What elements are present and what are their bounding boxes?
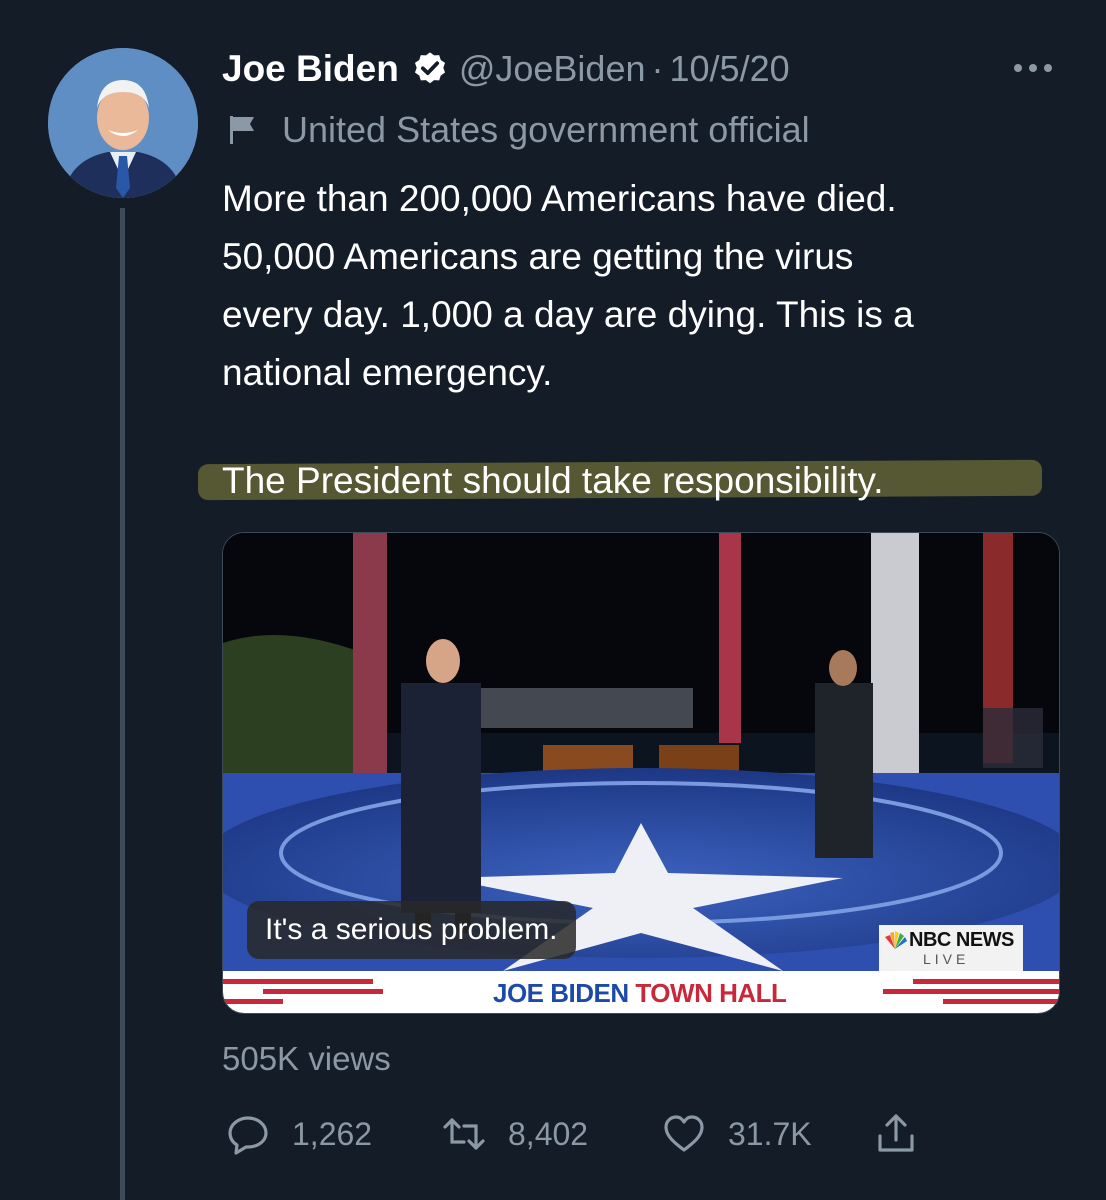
network-logo: NBC NEWS LIVE — [879, 925, 1023, 971]
video-thumbnail[interactable]: It's a serious problem. JOE BIDEN TOWN H… — [222, 532, 1060, 1014]
share-button[interactable] — [874, 1108, 918, 1160]
video-caption: It's a serious problem. — [247, 901, 576, 959]
tweet-header: Joe Biden @JoeBiden · 10/5/20 — [222, 44, 790, 94]
banner-title-blue: JOE BIDEN — [493, 978, 629, 1008]
header-separator: · — [651, 48, 664, 89]
retweet-icon — [443, 1118, 485, 1150]
flag-icon — [230, 116, 254, 144]
author-name[interactable]: Joe Biden — [222, 48, 399, 90]
thread-connector-line — [120, 208, 125, 1200]
reply-count: 1,262 — [292, 1115, 373, 1152]
author-avatar[interactable] — [48, 48, 198, 198]
reply-button[interactable]: 1,262 — [226, 1108, 372, 1160]
tweet-text-line: national emergency. — [222, 352, 553, 393]
tweet-text-line: More than 200,000 Americans have died. — [222, 178, 897, 219]
author-handle[interactable]: @JoeBiden — [459, 48, 646, 90]
retweet-button[interactable]: 8,402 — [442, 1108, 588, 1160]
network-name: NBC NEWS — [909, 929, 1014, 951]
like-button[interactable]: 31.7K — [662, 1108, 812, 1160]
verified-badge-icon — [414, 52, 445, 84]
heart-icon — [664, 1115, 704, 1152]
view-count: 505K views — [222, 1040, 391, 1077]
more-options-icon[interactable] — [1010, 50, 1056, 84]
banner-title: JOE BIDEN TOWN HALL — [493, 973, 787, 1013]
retweet-count: 8,402 — [508, 1115, 589, 1152]
government-label-text: United States government official — [282, 109, 810, 150]
like-count: 31.7K — [728, 1115, 812, 1152]
banner-title-red: TOWN HALL — [635, 978, 787, 1008]
account-label[interactable]: United States government official — [226, 108, 810, 152]
highlighted-text: The President should take responsibility… — [222, 460, 884, 501]
tweet-date[interactable]: 10/5/20 — [670, 48, 790, 90]
peacock-icon — [885, 931, 907, 949]
tweet-text-line: every day. 1,000 a day are dying. This i… — [222, 294, 914, 335]
tweet-text-line: 50,000 Americans are getting the virus — [222, 236, 854, 277]
share-icon — [878, 1114, 914, 1152]
reply-icon — [228, 1116, 268, 1155]
live-indicator: LIVE — [923, 951, 970, 967]
tweet-body: More than 200,000 Americans have died. 5… — [222, 170, 1092, 402]
